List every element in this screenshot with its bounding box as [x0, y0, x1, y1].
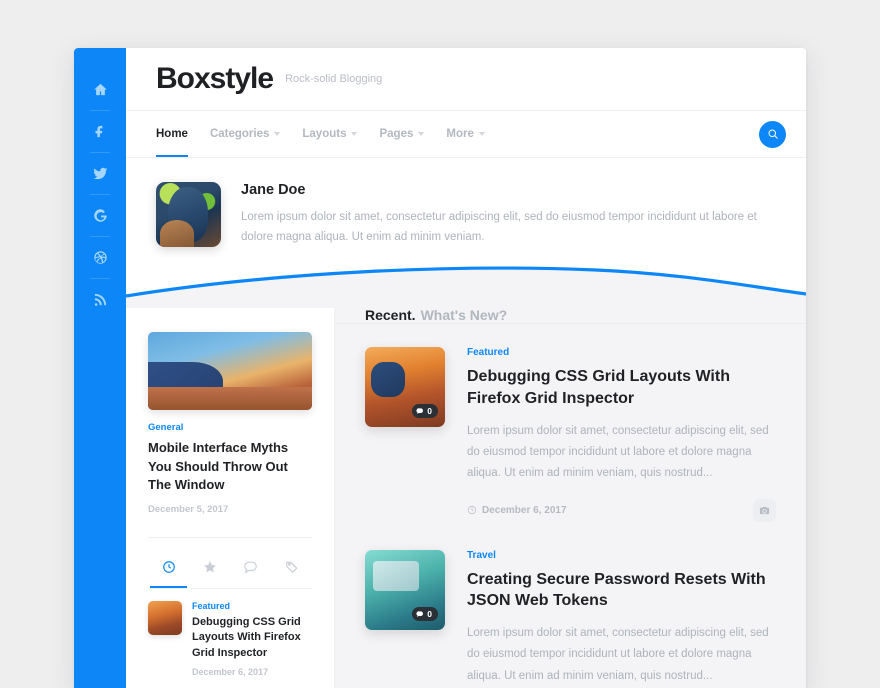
nav-label: Pages: [379, 128, 413, 140]
nav-item-pages[interactable]: Pages: [379, 111, 424, 157]
author-name: Jane Doe: [241, 182, 771, 198]
clock-icon: [467, 505, 477, 515]
comment-icon: [416, 407, 424, 415]
nav-item-categories[interactable]: Categories: [210, 111, 280, 157]
post-item[interactable]: 0 Featured Debugging CSS Grid Layouts Wi…: [365, 347, 776, 521]
section-subtitle: What's New?: [421, 307, 508, 323]
star-icon: [203, 560, 217, 574]
nav-list: Home Categories Layouts Pages More: [156, 111, 485, 157]
list-item-date: December 6, 2017: [192, 667, 312, 677]
post-thumbnail[interactable]: 0: [365, 347, 445, 427]
post-date-text: December 6, 2017: [482, 505, 567, 516]
post-list: 0 Featured Debugging CSS Grid Layouts Wi…: [335, 324, 806, 688]
site-card: Boxstyle Rock-solid Blogging Home Catego…: [74, 48, 806, 688]
facebook-icon[interactable]: [74, 110, 126, 152]
nav-label: Home: [156, 128, 188, 140]
main-column: Recent. What's New? 0 Featured: [335, 307, 806, 688]
sidebar-featured-category[interactable]: General: [148, 422, 312, 433]
avatar: [156, 182, 221, 247]
post-footer: December 6, 2017: [467, 499, 776, 522]
comment-icon: [244, 560, 258, 574]
nav-label: More: [446, 128, 473, 140]
wave-divider: [126, 257, 806, 307]
sidebar-featured-title[interactable]: Mobile Interface Myths You Should Throw …: [148, 439, 312, 494]
dribbble-icon[interactable]: [74, 236, 126, 278]
rss-icon[interactable]: [74, 278, 126, 320]
chevron-down-icon: [274, 132, 280, 136]
comment-count: 0: [427, 609, 432, 619]
list-item-thumbnail: [148, 601, 182, 635]
post-excerpt: Lorem ipsum dolor sit amet, consectetur …: [467, 623, 776, 687]
nav-label: Layouts: [302, 128, 346, 140]
list-item-category: Featured: [192, 601, 312, 611]
tag-icon: [285, 560, 299, 574]
social-rail: [74, 48, 126, 688]
main-navigation: Home Categories Layouts Pages More: [126, 110, 806, 158]
google-icon[interactable]: [74, 194, 126, 236]
site-tagline: Rock-solid Blogging: [285, 73, 382, 85]
sidebar-divider: [148, 537, 312, 538]
list-item-title: Debugging CSS Grid Layouts With Firefox …: [192, 615, 312, 662]
sidebar-post-list: Featured Debugging CSS Grid Layouts With…: [148, 589, 312, 688]
nav-label: Categories: [210, 128, 269, 140]
camera-icon: [753, 499, 776, 522]
search-icon: [767, 128, 779, 140]
post-title[interactable]: Creating Secure Password Resets With JSO…: [467, 569, 776, 613]
tab-popular[interactable]: [189, 552, 230, 582]
chevron-down-icon: [418, 132, 424, 136]
twitter-icon[interactable]: [74, 152, 126, 194]
comment-count: 0: [427, 406, 432, 416]
post-category[interactable]: Featured: [467, 347, 776, 358]
sidebar: General Mobile Interface Myths You Shoul…: [126, 307, 335, 688]
post-category[interactable]: Travel: [467, 550, 776, 561]
tab-tags[interactable]: [271, 552, 312, 582]
nav-item-layouts[interactable]: Layouts: [302, 111, 357, 157]
sidebar-tabs: [148, 552, 312, 582]
site-logo[interactable]: Boxstyle: [156, 62, 273, 96]
nav-item-home[interactable]: Home: [156, 111, 188, 157]
list-item[interactable]: Featured Debugging CSS Grid Layouts With…: [148, 601, 312, 678]
post-date: December 6, 2017: [467, 505, 567, 516]
tab-recent[interactable]: [148, 552, 189, 582]
nav-item-more[interactable]: More: [446, 111, 484, 157]
post-excerpt: Lorem ipsum dolor sit amet, consectetur …: [467, 421, 776, 485]
search-button[interactable]: [759, 121, 786, 148]
home-icon[interactable]: [74, 68, 126, 110]
author-bio: Lorem ipsum dolor sit amet, consectetur …: [241, 207, 771, 247]
chevron-down-icon: [479, 132, 485, 136]
section-title: Recent.: [365, 307, 416, 323]
comment-icon: [416, 610, 424, 618]
comment-count-badge: 0: [412, 607, 438, 621]
clock-icon: [162, 560, 176, 574]
sidebar-featured-date: December 5, 2017: [148, 504, 312, 515]
content-area: General Mobile Interface Myths You Shoul…: [126, 307, 806, 688]
masthead: Boxstyle Rock-solid Blogging: [126, 48, 806, 110]
post-thumbnail[interactable]: 0: [365, 550, 445, 630]
sidebar-featured-thumbnail[interactable]: [148, 332, 312, 410]
comment-count-badge: 0: [412, 404, 438, 418]
tab-comments[interactable]: [230, 552, 271, 582]
author-intro: Jane Doe Lorem ipsum dolor sit amet, con…: [126, 158, 806, 247]
post-title[interactable]: Debugging CSS Grid Layouts With Firefox …: [467, 366, 776, 410]
chevron-down-icon: [351, 132, 357, 136]
section-header: Recent. What's New?: [335, 307, 806, 324]
post-item[interactable]: 0 Travel Creating Secure Password Resets…: [365, 550, 776, 688]
